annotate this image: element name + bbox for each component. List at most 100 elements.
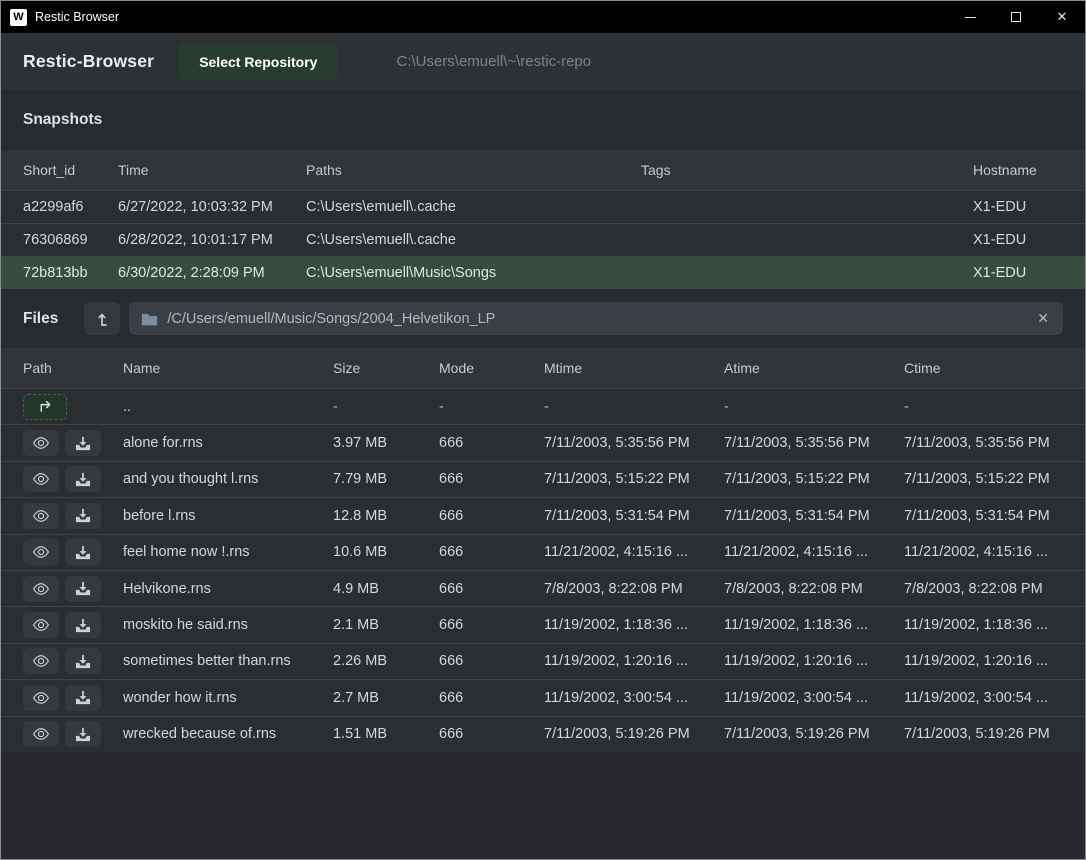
file-actions xyxy=(23,539,123,565)
column-header-paths: Paths xyxy=(306,162,641,178)
file-atime: 7/11/2003, 5:19:26 PM xyxy=(724,726,904,742)
file-row[interactable]: Helvikone.rns4.9 MB6667/8/2003, 8:22:08 … xyxy=(1,570,1085,606)
file-mtime: 7/11/2003, 5:35:56 PM xyxy=(544,435,724,451)
snapshot-time: 6/30/2022, 2:28:09 PM xyxy=(118,265,306,281)
preview-file-button[interactable] xyxy=(23,648,59,674)
file-atime: 11/19/2002, 1:20:16 ... xyxy=(724,653,904,669)
column-header-hostname: Hostname xyxy=(973,162,1063,178)
file-row[interactable]: alone for.rns3.97 MB6667/11/2003, 5:35:5… xyxy=(1,424,1085,460)
file-ctime: 7/11/2003, 5:35:56 PM xyxy=(904,435,1063,451)
select-repository-button[interactable]: Select Repository xyxy=(178,43,338,81)
file-row[interactable]: wonder how it.rns2.7 MB66611/19/2002, 3:… xyxy=(1,679,1085,715)
download-file-button[interactable] xyxy=(65,648,101,674)
preview-file-button[interactable] xyxy=(23,721,59,747)
file-size: 2.1 MB xyxy=(333,617,439,633)
file-actions xyxy=(23,648,123,674)
close-icon: ✕ xyxy=(1057,9,1068,25)
close-button[interactable]: ✕ xyxy=(1039,1,1085,33)
preview-file-button[interactable] xyxy=(23,466,59,492)
file-name: alone for.rns xyxy=(123,435,333,451)
maximize-icon xyxy=(1011,12,1021,22)
minimize-button[interactable] xyxy=(947,1,993,33)
file-actions xyxy=(23,576,123,602)
header: Restic-Browser Select Repository C:\User… xyxy=(1,33,1085,90)
file-size: 1.51 MB xyxy=(333,726,439,742)
file-mode: 666 xyxy=(439,617,544,633)
download-file-button[interactable] xyxy=(65,685,101,711)
snapshots-table-header: Short_id Time Paths Tags Hostname xyxy=(1,150,1085,190)
up-directory-arrow-icon xyxy=(37,399,54,414)
file-size: - xyxy=(333,399,439,415)
titlebar: W Restic Browser ✕ xyxy=(1,1,1085,33)
download-icon xyxy=(75,581,91,596)
eye-icon xyxy=(32,618,50,632)
file-size: 7.79 MB xyxy=(333,471,439,487)
snapshot-paths: C:\Users\emuell\.cache xyxy=(306,232,641,248)
file-row-parent[interactable]: ..----- xyxy=(1,388,1085,424)
file-row[interactable]: before l.rns12.8 MB6667/11/2003, 5:31:54… xyxy=(1,497,1085,533)
files-table-header: Path Name Size Mode Mtime Atime Ctime xyxy=(1,348,1085,388)
file-actions xyxy=(23,503,123,529)
download-file-button[interactable] xyxy=(65,576,101,602)
file-mode: 666 xyxy=(439,690,544,706)
file-name: sometimes better than.rns xyxy=(123,653,333,669)
download-file-button[interactable] xyxy=(65,612,101,638)
download-icon xyxy=(75,727,91,742)
current-path-bar[interactable]: /C/Users/emuell/Music/Songs/2004_Helveti… xyxy=(129,302,1063,335)
file-atime: 7/11/2003, 5:15:22 PM xyxy=(724,471,904,487)
file-name: Helvikone.rns xyxy=(123,581,333,597)
eye-icon xyxy=(32,545,50,559)
eye-icon xyxy=(32,509,50,523)
current-path-text: /C/Users/emuell/Music/Songs/2004_Helveti… xyxy=(167,311,1035,327)
snapshot-short-id: 72b813bb xyxy=(23,265,118,281)
file-ctime: 11/21/2002, 4:15:16 ... xyxy=(904,544,1063,560)
eye-icon xyxy=(32,582,50,596)
file-ctime: 11/19/2002, 1:18:36 ... xyxy=(904,617,1063,633)
preview-file-button[interactable] xyxy=(23,503,59,529)
preview-file-button[interactable] xyxy=(23,685,59,711)
preview-file-button[interactable] xyxy=(23,430,59,456)
download-file-button[interactable] xyxy=(65,721,101,747)
eye-icon xyxy=(32,472,50,486)
download-icon xyxy=(75,472,91,487)
level-up-button[interactable] xyxy=(84,302,120,335)
file-row[interactable]: wrecked because of.rns1.51 MB6667/11/200… xyxy=(1,716,1085,752)
maximize-button[interactable] xyxy=(993,1,1039,33)
file-row[interactable]: sometimes better than.rns2.26 MB66611/19… xyxy=(1,643,1085,679)
file-ctime: 7/11/2003, 5:19:26 PM xyxy=(904,726,1063,742)
snapshot-row[interactable]: a2299af66/27/2022, 10:03:32 PMC:\Users\e… xyxy=(1,190,1085,223)
empty-content-area xyxy=(1,752,1085,859)
file-row[interactable]: and you thought l.rns7.79 MB6667/11/2003… xyxy=(1,461,1085,497)
file-ctime: 7/8/2003, 8:22:08 PM xyxy=(904,581,1063,597)
file-mode: 666 xyxy=(439,508,544,524)
file-size: 12.8 MB xyxy=(333,508,439,524)
snapshot-row[interactable]: 763068696/28/2022, 10:01:17 PMC:\Users\e… xyxy=(1,223,1085,256)
files-heading-label: Files xyxy=(23,310,58,328)
preview-file-button[interactable] xyxy=(23,612,59,638)
file-mtime: 11/19/2002, 3:00:54 ... xyxy=(544,690,724,706)
preview-file-button[interactable] xyxy=(23,539,59,565)
download-icon xyxy=(75,545,91,560)
file-mtime: 11/19/2002, 1:18:36 ... xyxy=(544,617,724,633)
eye-icon xyxy=(32,691,50,705)
column-header-short-id: Short_id xyxy=(23,162,118,178)
download-file-button[interactable] xyxy=(65,539,101,565)
download-icon xyxy=(75,618,91,633)
snapshot-short-id: a2299af6 xyxy=(23,199,118,215)
download-file-button[interactable] xyxy=(65,503,101,529)
file-row[interactable]: moskito he said.rns2.1 MB66611/19/2002, … xyxy=(1,606,1085,642)
file-row[interactable]: feel home now !.rns10.6 MB66611/21/2002,… xyxy=(1,534,1085,570)
download-file-button[interactable] xyxy=(65,430,101,456)
file-actions xyxy=(23,394,123,420)
snapshot-time: 6/28/2022, 10:01:17 PM xyxy=(118,232,306,248)
file-actions xyxy=(23,685,123,711)
preview-file-button[interactable] xyxy=(23,576,59,602)
column-header-size: Size xyxy=(333,360,439,376)
clear-path-button[interactable]: ✕ xyxy=(1035,310,1051,327)
snapshot-row[interactable]: 72b813bb6/30/2022, 2:28:09 PMC:\Users\em… xyxy=(1,256,1085,289)
open-parent-directory-button[interactable] xyxy=(23,394,67,420)
snapshot-hostname: X1-EDU xyxy=(973,199,1063,215)
file-mtime: 7/8/2003, 8:22:08 PM xyxy=(544,581,724,597)
download-file-button[interactable] xyxy=(65,466,101,492)
file-mtime: 11/19/2002, 1:20:16 ... xyxy=(544,653,724,669)
